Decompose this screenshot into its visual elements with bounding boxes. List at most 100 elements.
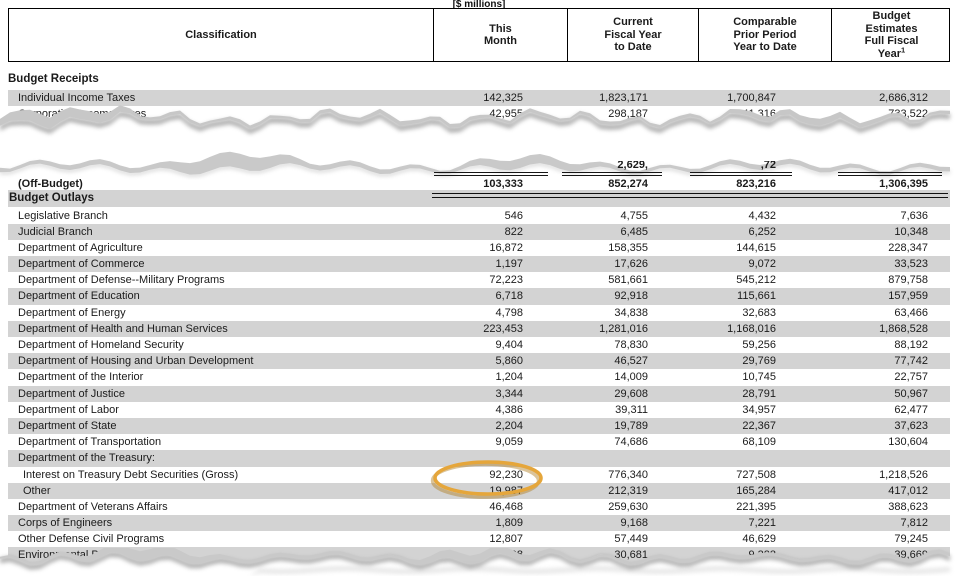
row-label: Department of Education (8, 288, 432, 304)
cell-value: ,72 (697, 161, 830, 172)
cell-value: 3,344 (432, 386, 566, 402)
cell-value: 727,508 (697, 467, 830, 483)
cell-value: 165,284 (697, 483, 830, 499)
cell-value: 388,623 (830, 499, 950, 515)
cell-value: 158,355 (566, 240, 697, 256)
cell-value: 9,168 (566, 515, 697, 531)
row-label: Department of the Treasury: (8, 450, 432, 466)
row-label: (Off-Budget) (8, 176, 432, 192)
cell-value: 1,168,016 (697, 321, 830, 337)
cell-value: 59,256 (697, 337, 830, 353)
table-row: Department of Homeland Security9,40478,8… (8, 337, 950, 353)
double-rule (562, 172, 662, 176)
cell-value: 14,009 (566, 369, 697, 385)
table-row: Legislative Branch5464,7554,4327,636 (8, 208, 950, 224)
cell-value: 10,745 (697, 369, 830, 385)
cell-value: 546 (432, 208, 566, 224)
cell-value: 9,059 (432, 434, 566, 450)
column-header: Comparable Prior Period Year to Date (698, 9, 831, 61)
cell-value: 68,109 (697, 434, 830, 450)
table-row: Department of Education6,71892,918115,66… (8, 288, 950, 304)
cell-value (566, 450, 697, 466)
double-rule (432, 193, 948, 198)
cell-value: 19,789 (566, 418, 697, 434)
cell-value: 6,252 (697, 224, 830, 240)
cell-value: 37,623 (830, 418, 950, 434)
row-label: Department of Energy (8, 305, 432, 321)
cell-value: 5,860 (432, 353, 566, 369)
cell-value: 4,798 (432, 305, 566, 321)
cell-value: 223,453 (432, 321, 566, 337)
cell-value: 581,661 (566, 272, 697, 288)
torn-partial-row: 2,629, ,72 (8, 161, 950, 172)
cell-value: 34,838 (566, 305, 697, 321)
table-row: Corporation Income Taxes42,955298,187341… (8, 106, 950, 122)
cell-value: 142,325 (432, 90, 566, 106)
row-label (8, 161, 432, 172)
double-rule (434, 172, 548, 176)
cell-value (697, 450, 830, 466)
cell-value: 221,395 (697, 499, 830, 515)
outlays-rows: Legislative Branch5464,7554,4327,636Judi… (8, 208, 950, 564)
column-header: Current Fiscal Year to Date (567, 9, 698, 61)
column-header: This Month (433, 9, 567, 61)
row-label: Department of the Interior (8, 369, 432, 385)
cell-value: 6,718 (432, 288, 566, 304)
table-row: Environmental Protection Agency1,30830,6… (8, 547, 950, 563)
column-header: Budget Estimates Full Fiscal Year1 (831, 9, 951, 61)
cell-value: 16,872 (432, 240, 566, 256)
cell-value: 33,523 (830, 256, 950, 272)
cell-value: 822 (432, 224, 566, 240)
cell-value: 4,386 (432, 402, 566, 418)
row-label: Individual Income Taxes (8, 90, 432, 106)
table-row: Department of Veterans Affairs46,468259,… (8, 499, 950, 515)
cell-value (830, 450, 950, 466)
cell-value: 341,316 (697, 106, 830, 122)
cell-value: 1,868,528 (830, 321, 950, 337)
table-row: Department of Labor4,38639,31134,95762,4… (8, 402, 950, 418)
cell-value: 1,306,395 (830, 176, 950, 192)
cell-value: 46,468 (432, 499, 566, 515)
cell-value: 2,629, (566, 161, 697, 172)
cell-value: 1,700,847 (697, 90, 830, 106)
cell-value: 1,809 (432, 515, 566, 531)
row-label: Legislative Branch (8, 208, 432, 224)
cell-value: 2,204 (432, 418, 566, 434)
table-row: Judicial Branch8226,4856,25210,348 (8, 224, 950, 240)
cell-value: 852,274 (566, 176, 697, 192)
table-row: Corps of Engineers1,8099,1687,2217,812 (8, 515, 950, 531)
cell-value: 9,404 (432, 337, 566, 353)
cell-value: 22,757 (830, 369, 950, 385)
cell-value: 130,604 (830, 434, 950, 450)
cell-value: 50,967 (830, 386, 950, 402)
cell-value: 1,823,171 (566, 90, 697, 106)
cell-value: 30,681 (566, 547, 697, 563)
cell-value: 34,957 (697, 402, 830, 418)
row-label: Other Defense Civil Programs (8, 531, 432, 547)
cell-value: 545,212 (697, 272, 830, 288)
table-row: Department of the Interior1,20414,00910,… (8, 369, 950, 385)
cell-value: 7,636 (830, 208, 950, 224)
column-header: Classification (9, 9, 433, 61)
section-budget-receipts: Budget Receipts (8, 73, 99, 85)
cell-value: 62,477 (830, 402, 950, 418)
cell-value: 144,615 (697, 240, 830, 256)
cell-value: 1,308 (432, 547, 566, 563)
cell-value: 879,758 (830, 272, 950, 288)
cell-value: 212,319 (566, 483, 697, 499)
cell-value: 28,791 (697, 386, 830, 402)
off-budget-row: (Off-Budget) 103,333 852,274 823,216 1,3… (8, 176, 950, 192)
row-label: Department of Health and Human Services (8, 321, 432, 337)
cell-value: 1,218,526 (830, 467, 950, 483)
cell-value: 46,629 (697, 531, 830, 547)
cell-value: 32,683 (697, 305, 830, 321)
table-row: Department of Defense--Military Programs… (8, 272, 950, 288)
cell-value: 57,449 (566, 531, 697, 547)
row-label: Corporation Income Taxes (8, 106, 432, 122)
row-label: Department of Transportation (8, 434, 432, 450)
row-label: Department of Commerce (8, 256, 432, 272)
cell-value (830, 161, 950, 172)
cell-value: 29,608 (566, 386, 697, 402)
cell-value: 103,333 (432, 176, 566, 192)
cell-value: 17,626 (566, 256, 697, 272)
